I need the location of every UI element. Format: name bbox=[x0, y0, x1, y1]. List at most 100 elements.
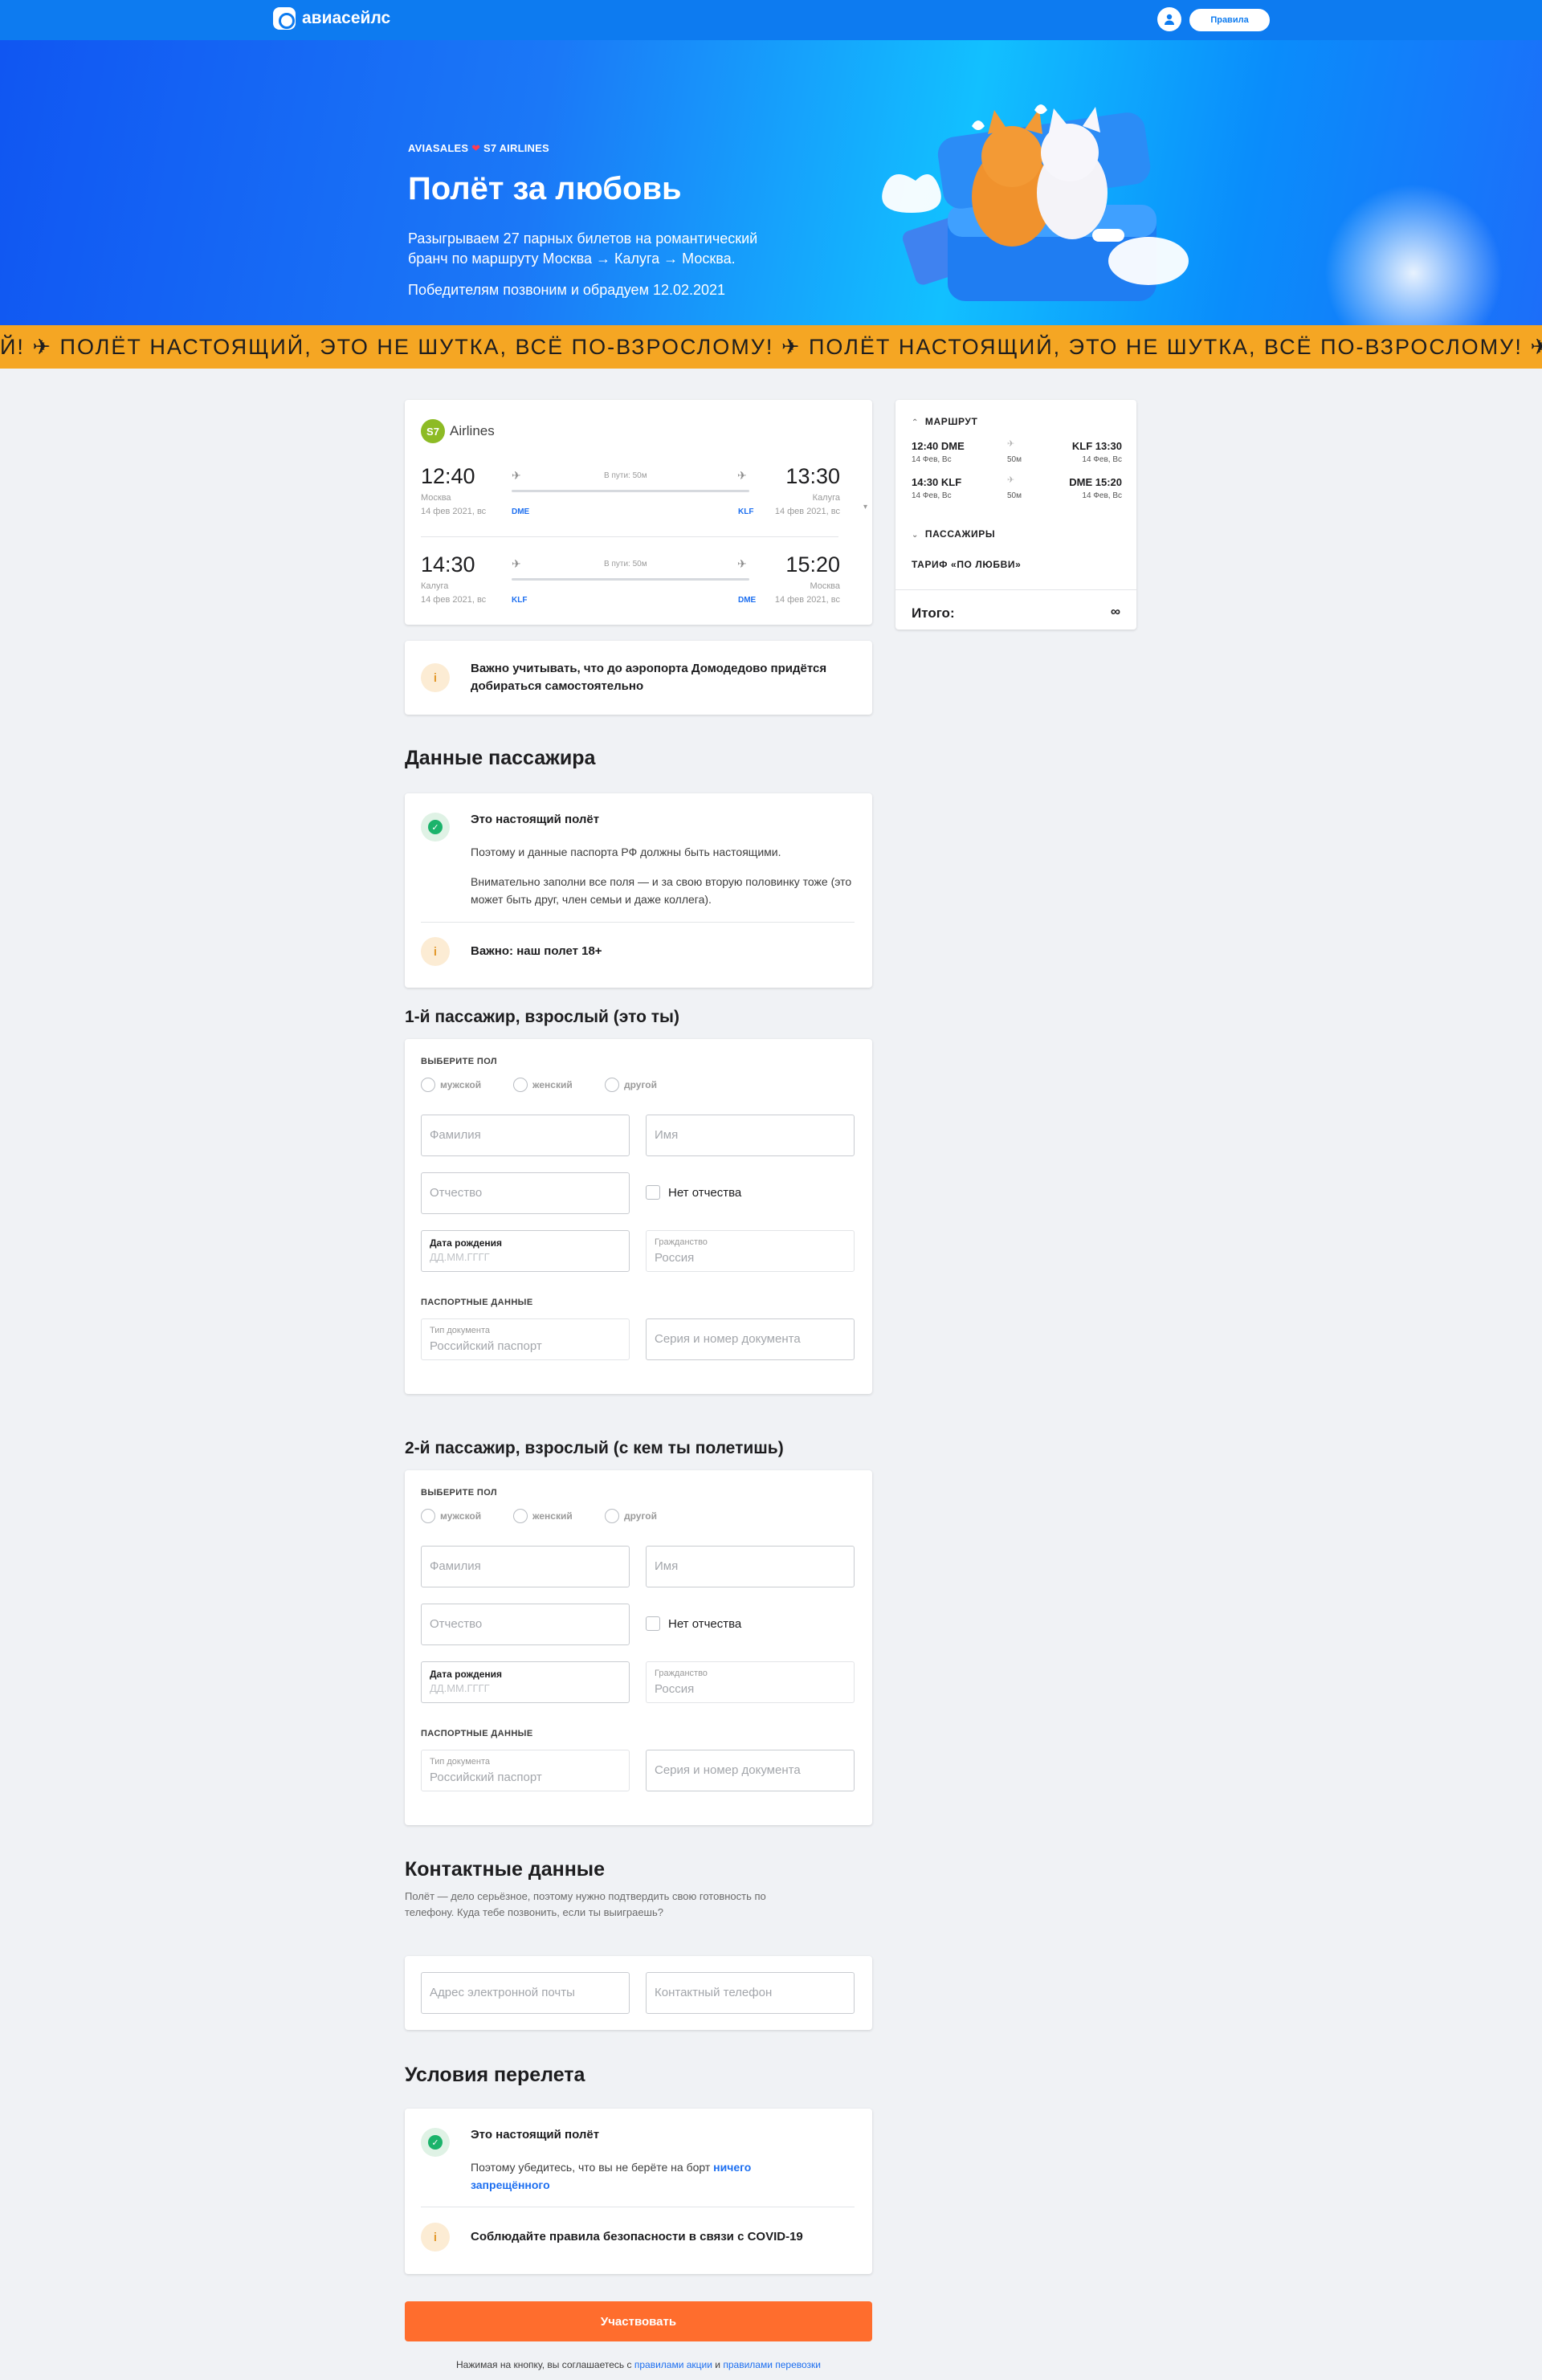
lastname-field[interactable]: Фамилия bbox=[421, 1546, 630, 1587]
middlename-placeholder: Отчество bbox=[430, 1617, 483, 1631]
arrival-city: Москва bbox=[810, 581, 840, 591]
ticker-text: Й! ✈ ПОЛЁТ НАСТОЯЩИЙ, ЭТО НЕ ШУТКА, ВСЁ … bbox=[0, 334, 1542, 359]
no-middlename-checkbox[interactable]: Нет отчества bbox=[646, 1185, 741, 1200]
plane-icon: ✈ bbox=[1007, 439, 1015, 449]
departure-date: 14 фев 2021, вс bbox=[421, 595, 487, 605]
chevron-up-icon: ⌃ bbox=[912, 418, 919, 427]
lastname-field[interactable]: Фамилия bbox=[421, 1115, 630, 1156]
middlename-field[interactable]: Отчество bbox=[421, 1604, 630, 1645]
arrival-time: 15:20 bbox=[785, 552, 840, 577]
firstname-field[interactable]: Имя bbox=[646, 1546, 855, 1587]
summary-dep: 12:40 DME bbox=[912, 440, 965, 452]
gender-label: Выберите пол bbox=[421, 1057, 498, 1066]
contacts-form: Адрес электронной почты Контактный телеф… bbox=[405, 1956, 872, 2030]
passport-label: Паспортные данные bbox=[421, 1729, 533, 1738]
chevron-down-icon: ⌄ bbox=[912, 531, 919, 540]
logo-text: авиасейлс bbox=[302, 9, 391, 27]
gender-other-radio[interactable]: другой bbox=[605, 1509, 657, 1523]
order-summary: ⌃ МАРШРУТ 12:40 DME 14 Фев, Вс ✈ 50м KLF… bbox=[895, 400, 1136, 630]
summary-arr: DME 15:20 bbox=[1069, 476, 1122, 488]
total-label: Итого: bbox=[912, 605, 955, 621]
route-toggle[interactable]: ⌃ МАРШРУТ bbox=[912, 416, 977, 427]
airport-notice-text: Важно учитывать, что до аэропорта Домоде… bbox=[471, 662, 827, 693]
takeoff-icon: ✈ bbox=[512, 557, 521, 570]
firstname-placeholder: Имя bbox=[655, 1559, 679, 1573]
lastname-placeholder: Фамилия bbox=[430, 1128, 481, 1142]
aviasales-logo[interactable]: авиасейлс bbox=[273, 7, 390, 30]
doc-type-label: Тип документа bbox=[430, 1326, 491, 1335]
citizenship-value: Россия bbox=[655, 1251, 695, 1265]
promo-rules-link[interactable]: правилами акции bbox=[634, 2359, 712, 2370]
summary-dep: 14:30 KLF bbox=[912, 476, 962, 488]
check-icon: ✓ bbox=[421, 813, 450, 842]
terms-text: Нажимая на кнопку, вы соглашаетесь с bbox=[456, 2359, 632, 2370]
firstname-placeholder: Имя bbox=[655, 1128, 679, 1142]
doc-type-value: Российский паспорт bbox=[430, 1339, 542, 1353]
flight-card: S7 Airlines 12:40 Москва 14 фев 2021, вс… bbox=[405, 400, 872, 625]
conditions-real-title: Это настоящий полёт bbox=[471, 2128, 600, 2142]
summary-arr-date: 14 Фев, Вс bbox=[1082, 455, 1122, 464]
passengers-toggle[interactable]: ⌄ ПАССАЖИРЫ bbox=[912, 528, 995, 540]
firstname-field[interactable]: Имя bbox=[646, 1115, 855, 1156]
arrival-airport: DME bbox=[738, 596, 757, 605]
citizenship-label: Гражданство bbox=[655, 1669, 708, 1678]
lastname-placeholder: Фамилия bbox=[430, 1559, 481, 1573]
terms-and: и bbox=[715, 2359, 720, 2370]
departure-airport: KLF bbox=[512, 596, 528, 605]
rules-button[interactable]: Правила bbox=[1189, 9, 1270, 31]
middlename-field[interactable]: Отчество bbox=[421, 1172, 630, 1214]
promo-banner: AVIASALES ❤ S7 AIRLINES Полёт за любовь … bbox=[0, 40, 1542, 325]
airline-name: Airlines bbox=[450, 423, 495, 438]
chevron-down-icon[interactable]: ▾ bbox=[863, 503, 867, 511]
citizenship-field[interactable]: Гражданство Россия bbox=[646, 1661, 855, 1703]
no-middlename-label: Нет отчества bbox=[668, 1616, 742, 1631]
duration-bar bbox=[512, 490, 749, 492]
summary-duration: 50м bbox=[1007, 455, 1022, 464]
aviasales-logo-icon bbox=[273, 7, 296, 30]
middlename-placeholder: Отчество bbox=[430, 1186, 483, 1200]
marquee-ticker: Й! ✈ ПОЛЁТ НАСТОЯЩИЙ, ЭТО НЕ ШУТКА, ВСЁ … bbox=[0, 325, 1542, 369]
real-flight-text-2: Внимательно заполни все поля — и за свою… bbox=[471, 875, 852, 906]
arrival-city: Калуга bbox=[812, 493, 840, 503]
gender-other-radio[interactable]: другой bbox=[605, 1078, 657, 1092]
birthdate-field[interactable]: Дата рождения ДД.ММ.ГГГГ bbox=[421, 1230, 630, 1272]
no-middlename-checkbox[interactable]: Нет отчества bbox=[646, 1616, 741, 1631]
no-middlename-label: Нет отчества bbox=[668, 1185, 742, 1200]
s7-logo-icon: S7 bbox=[421, 419, 445, 443]
doc-type-field[interactable]: Тип документа Российский паспорт bbox=[421, 1750, 630, 1791]
check-icon: ✓ bbox=[421, 2128, 450, 2157]
participate-button[interactable]: Участвовать bbox=[405, 2301, 872, 2341]
citizenship-value: Россия bbox=[655, 1682, 695, 1696]
banner-date: Победителям позвоним и обрадуем 12.02.20… bbox=[408, 282, 726, 298]
gender-male-radio[interactable]: мужской bbox=[421, 1078, 481, 1092]
contacts-title: Контактные данные bbox=[405, 1858, 606, 1881]
doc-type-field[interactable]: Тип документа Российский паспорт bbox=[421, 1318, 630, 1360]
doc-number-field[interactable]: Серия и номер документа bbox=[646, 1750, 855, 1791]
citizenship-field[interactable]: Гражданство Россия bbox=[646, 1230, 855, 1272]
summary-duration: 50м bbox=[1007, 491, 1022, 500]
carriage-rules-link[interactable]: правилами перевозки bbox=[723, 2359, 821, 2370]
gender-female-radio[interactable]: женский bbox=[513, 1078, 573, 1092]
landing-icon: ✈ bbox=[737, 557, 747, 570]
departure-city: Калуга bbox=[421, 581, 449, 591]
gender-female-label: женский bbox=[532, 1510, 573, 1522]
gender-male-radio[interactable]: мужской bbox=[421, 1509, 481, 1523]
phone-field[interactable]: Контактный телефон bbox=[646, 1972, 855, 2014]
phone-placeholder: Контактный телефон bbox=[655, 1986, 773, 1999]
birthdate-field[interactable]: Дата рождения ДД.ММ.ГГГГ bbox=[421, 1661, 630, 1703]
gender-male-label: мужской bbox=[440, 1079, 482, 1090]
doc-number-field[interactable]: Серия и номер документа bbox=[646, 1318, 855, 1360]
email-field[interactable]: Адрес электронной почты bbox=[421, 1972, 630, 2014]
departure-date: 14 фев 2021, вс bbox=[421, 507, 487, 516]
flight-duration: В пути: 50м bbox=[604, 471, 647, 480]
info-icon: i bbox=[421, 937, 450, 966]
conditions-text: Поэтому убедитесь, что вы не берёте на б… bbox=[471, 2158, 800, 2194]
plane-icon: ✈ bbox=[1007, 475, 1015, 485]
passengers-title: ПАССАЖИРЫ bbox=[924, 528, 996, 540]
gender-female-radio[interactable]: женский bbox=[513, 1509, 573, 1523]
route-title: МАРШРУТ bbox=[924, 416, 978, 427]
departure-time: 12:40 bbox=[421, 464, 475, 488]
summary-divider bbox=[895, 589, 1136, 590]
profile-button[interactable] bbox=[1157, 7, 1181, 31]
gender-label: Выберите пол bbox=[421, 1488, 498, 1498]
